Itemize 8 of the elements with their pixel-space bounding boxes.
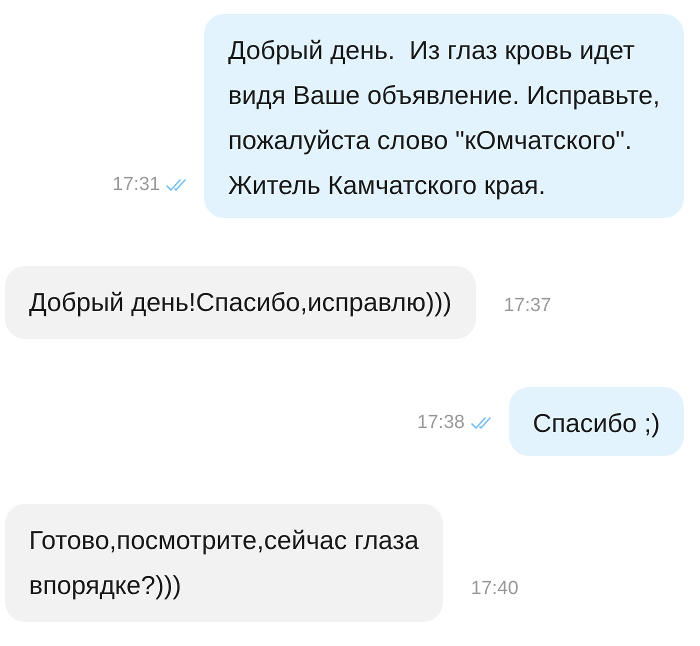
message-time: 17:38 xyxy=(417,412,465,434)
message-time: 17:37 xyxy=(504,295,552,317)
message-bubble: Готово,посмотрите,сейчас глаза впорядке?))) xyxy=(5,504,443,622)
message-time: 17:31 xyxy=(112,174,160,196)
message-bubble: Спасибо ;) xyxy=(508,387,684,456)
message-bubble: Добрый день!Спасибо,исправлю))) xyxy=(5,266,476,339)
message-time: 17:40 xyxy=(470,578,518,600)
message-bubble: Добрый день. Из глаз кровь идет видя Ваше объявление. Исправьте, пожалуйста слово "кОмчатского". Житель Камчатского края. xyxy=(204,14,684,218)
